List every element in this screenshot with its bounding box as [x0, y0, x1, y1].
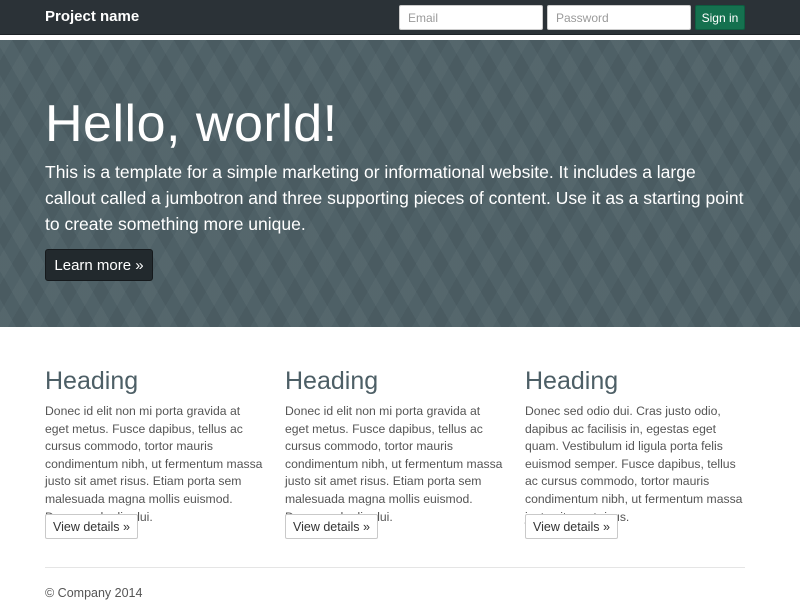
navbar: Project name Sign in: [0, 0, 800, 35]
jumbotron-lead: This is a template for a simple marketin…: [45, 162, 744, 234]
column-heading: Heading: [285, 367, 379, 395]
footer-divider: [45, 567, 745, 568]
learn-more-button[interactable]: Learn more »: [45, 249, 153, 281]
content-column-1: Heading Donec id elit non mi porta gravi…: [45, 366, 265, 539]
column-text: Donec id elit non mi porta gravida at eg…: [45, 404, 263, 524]
signin-button[interactable]: Sign in: [695, 5, 745, 30]
view-details-button[interactable]: View details »: [45, 514, 138, 539]
column-heading: Heading: [45, 367, 139, 395]
view-details-button[interactable]: View details »: [525, 514, 618, 539]
column-text: Donec sed odio dui. Cras justo odio, dap…: [525, 404, 743, 524]
email-input[interactable]: [399, 5, 543, 30]
navbar-brand[interactable]: Project name: [45, 8, 139, 25]
content-column-2: Heading Donec id elit non mi porta gravi…: [285, 366, 505, 539]
column-heading: Heading: [525, 367, 619, 395]
view-details-button[interactable]: View details »: [285, 514, 378, 539]
column-text: Donec id elit non mi porta gravida at eg…: [285, 404, 503, 524]
signin-form: Sign in: [399, 5, 745, 30]
jumbotron-title: Hello, world!: [45, 95, 338, 153]
content-column-3: Heading Donec sed odio dui. Cras justo o…: [525, 366, 745, 539]
jumbotron: Hello, world! This is a template for a s…: [0, 40, 800, 327]
password-input[interactable]: [547, 5, 691, 30]
footer-copyright: © Company 2014: [45, 586, 143, 600]
